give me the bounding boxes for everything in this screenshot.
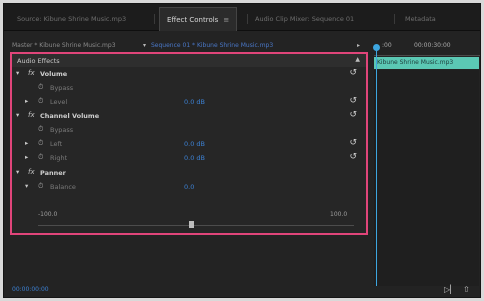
stopwatch-icon[interactable]: ⏱ [38,153,43,162]
current-timecode[interactable]: 00:00:00:00 [12,286,49,293]
playhead-line[interactable] [376,50,377,286]
balance-slider-track[interactable] [38,225,354,226]
volume-level-row: ▸ ⏱ Level 0.0 dB ↺ [12,96,366,108]
tab-menu-icon[interactable]: ≡ [223,16,229,24]
audio-effects-title: Audio Effects [17,57,60,65]
reset-icon[interactable]: ↺ [349,110,357,120]
expand-icon[interactable]: ▸ [25,97,28,105]
panner-balance-row: ▾ ⏱ Balance 0.0 [12,181,366,193]
panner-balance-value[interactable]: 0.0 [184,183,194,191]
mini-timeline[interactable] [374,70,479,286]
volume-bypass-row: ⏱ Bypass [12,82,366,94]
expand-icon[interactable]: ▾ [16,168,19,176]
stopwatch-icon[interactable]: ⏱ [38,182,43,191]
effect-panner-label: Panner [40,169,66,177]
fx-icon[interactable]: fx [28,69,35,77]
timeline-ruler [374,55,480,56]
reset-icon[interactable]: ↺ [349,68,357,78]
channel-right-label: Right [50,154,68,162]
tab-effect-controls[interactable]: Effect Controls ≡ [159,7,238,31]
tab-metadata[interactable]: Metadata [398,7,443,31]
volume-bypass-label: Bypass [50,84,74,92]
fx-icon[interactable]: fx [28,111,35,119]
balance-slider-max: 100.0 [330,211,348,218]
effect-channel-volume-label: Channel Volume [40,112,100,120]
sequence-clip-link[interactable]: Sequence 01 * Kibune Shrine Music.mp3 [151,42,273,49]
reset-icon[interactable]: ↺ [349,96,357,106]
volume-level-label: Level [50,98,68,106]
effect-volume-row[interactable]: ▾ fx Volume ↺ [12,68,366,80]
collapse-icon[interactable]: ▲ [355,56,360,63]
master-dropdown-icon[interactable]: ▾ [143,42,146,49]
balance-slider-min: -100.0 [38,211,58,218]
stopwatch-icon[interactable]: ⏱ [38,139,43,148]
channel-left-value[interactable]: 0.0 dB [184,140,205,148]
effect-controls-window: Source: Kibune Shrine Music.mp3 Effect C… [3,3,481,298]
tab-source[interactable]: Source: Kibune Shrine Music.mp3 [10,7,133,31]
expand-icon[interactable]: ▾ [25,182,28,190]
effect-panner-row[interactable]: ▾ fx Panner [12,167,366,179]
timeline-end-timecode: 00:00:30:00 [414,42,451,49]
timeline-clip[interactable]: Kibune Shrine Music.mp3 [374,57,479,69]
expand-icon[interactable]: ▸ [25,153,28,161]
volume-level-value[interactable]: 0.0 dB [184,98,205,106]
tab-audio-clip-mixer[interactable]: Audio Clip Mixer: Sequence 01 [248,7,361,31]
next-arrow-icon[interactable]: ▸ [357,42,360,49]
tab-source-label: Source: Kibune Shrine Music.mp3 [17,15,127,23]
stopwatch-icon[interactable]: ⏱ [38,97,43,106]
channel-bypass-row: ⏱ Bypass [12,124,366,136]
export-icon[interactable]: ⇧ [463,285,470,294]
timeline-start-timecode: :00 [382,42,392,49]
tab-effect-controls-label: Effect Controls [167,16,219,24]
tab-divider [154,14,155,24]
audio-effects-panel: Audio Effects ▲ ▾ fx Volume ↺ ⏱ Bypass ▸… [10,52,368,235]
panner-balance-label: Balance [50,183,76,191]
play-audio-only-icon[interactable]: ▷▏ [444,285,456,294]
reset-icon[interactable]: ↺ [349,138,357,148]
expand-icon[interactable]: ▸ [25,139,28,147]
audio-effects-header: Audio Effects ▲ [12,54,366,67]
stopwatch-icon[interactable]: ⏱ [38,125,43,134]
panel-tab-bar: Source: Kibune Shrine Music.mp3 Effect C… [4,4,480,31]
stopwatch-icon[interactable]: ⏱ [38,83,43,92]
playhead-handle[interactable] [373,44,380,51]
tab-metadata-label: Metadata [405,15,436,23]
master-clip-label[interactable]: Master * Kibune Shrine Music.mp3 [12,42,116,49]
expand-icon[interactable]: ▾ [16,111,19,119]
channel-right-value[interactable]: 0.0 dB [184,154,205,162]
effect-volume-label: Volume [40,70,68,78]
tab-divider [394,14,395,24]
channel-right-row: ▸ ⏱ Right 0.0 dB ↺ [12,152,366,164]
fx-icon[interactable]: fx [28,168,35,176]
channel-bypass-label: Bypass [50,126,74,134]
reset-icon[interactable]: ↺ [349,152,357,162]
channel-left-row: ▸ ⏱ Left 0.0 dB ↺ [12,138,366,150]
expand-icon[interactable]: ▾ [16,69,19,77]
channel-left-label: Left [50,140,63,148]
effect-channel-volume-row[interactable]: ▾ fx Channel Volume ↺ [12,110,366,122]
balance-slider-knob[interactable] [189,221,194,228]
tab-audio-clip-mixer-label: Audio Clip Mixer: Sequence 01 [255,15,355,23]
